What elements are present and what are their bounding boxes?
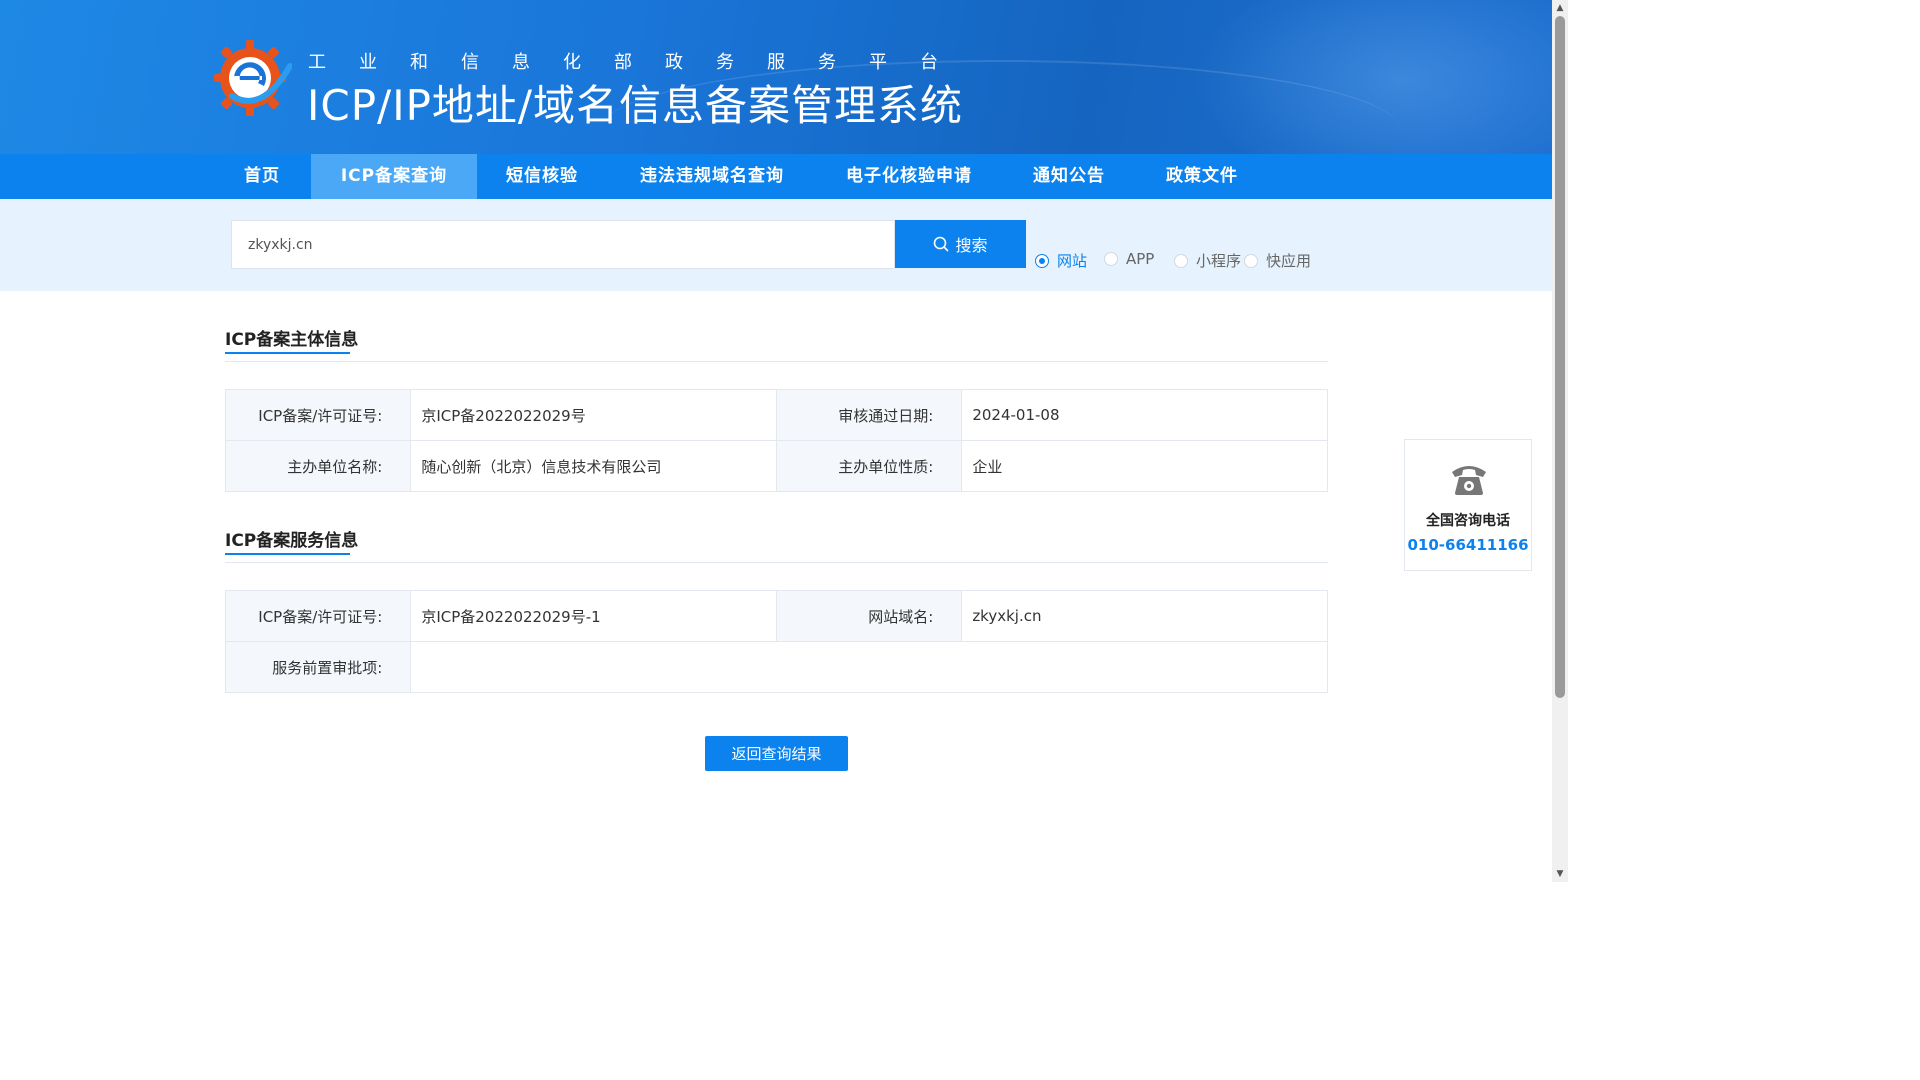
radio-website[interactable]: 网站: [1035, 250, 1087, 271]
section-title-service: ICP备案服务信息: [225, 531, 359, 551]
table-row: ICP备案/许可证号: 京ICP备2022022029号 审核通过日期: 202…: [224, 389, 1328, 441]
pre-approval-value: [410, 641, 1328, 693]
main-nav: 首页 ICP备案查询 短信核验 违法违规域名查询 电子化核验申请 通知公告 政策…: [0, 154, 1552, 199]
service-info-table: ICP备案/许可证号: 京ICP备2022022029号-1 网站域名: zky…: [224, 590, 1328, 693]
search-input[interactable]: [231, 220, 895, 269]
subject-info-table: ICP备案/许可证号: 京ICP备2022022029号 审核通过日期: 202…: [224, 389, 1328, 492]
nav-item-sms-verify[interactable]: 短信核验: [490, 154, 594, 199]
organizer-type-value: 企业: [961, 440, 1328, 492]
scroll-up-icon[interactable]: ▲: [1552, 0, 1568, 16]
table-row: 主办单位名称: 随心创新（北京）信息技术有限公司 主办单位性质: 企业: [224, 440, 1328, 492]
radio-dot-icon: [1035, 253, 1049, 268]
nav-item-home[interactable]: 首页: [222, 154, 302, 199]
page: 工业和信息化部政务服务平台 ICP/IP地址/域名信息备案管理系统 首页 ICP…: [0, 0, 1568, 882]
field-label: ICP备案/许可证号:: [224, 389, 412, 441]
nav-item-notices[interactable]: 通知公告: [1016, 154, 1122, 199]
radio-dot-icon: [1174, 253, 1188, 268]
radio-dot-icon: [1244, 253, 1258, 268]
radio-quick-app[interactable]: 快应用: [1244, 250, 1311, 271]
scrollbar-thumb[interactable]: [1555, 16, 1565, 698]
ministry-subtitle: 工业和信息化部政务服务平台: [308, 52, 938, 73]
radio-app[interactable]: APP: [1104, 250, 1154, 268]
radio-mini-program[interactable]: 小程序: [1174, 250, 1241, 271]
nav-item-e-verify-apply[interactable]: 电子化核验申请: [830, 154, 988, 199]
service-license-value: 京ICP备2022022029号-1: [410, 590, 777, 642]
system-title: ICP/IP地址/域名信息备案管理系统: [307, 81, 964, 130]
section-title-subject: ICP备案主体信息: [225, 330, 359, 350]
organizer-name-value: 随心创新（北京）信息技术有限公司: [410, 440, 777, 492]
table-row: ICP备案/许可证号: 京ICP备2022022029号-1 网站域名: zky…: [224, 590, 1328, 642]
scroll-down-icon[interactable]: ▼: [1552, 866, 1568, 882]
site-header: 工业和信息化部政务服务平台 ICP/IP地址/域名信息备案管理系统: [0, 0, 1552, 154]
telephone-icon: [1452, 466, 1486, 495]
nav-item-policy-docs[interactable]: 政策文件: [1150, 154, 1254, 199]
radio-dot-icon: [1104, 252, 1118, 266]
field-label: 服务前置审批项:: [224, 641, 412, 693]
field-label: 主办单位性质:: [775, 440, 963, 492]
contact-label: 全国咨询电话: [1426, 513, 1510, 529]
license-number-value: 京ICP备2022022029号: [410, 389, 777, 441]
gear-e-logo-icon: [214, 40, 292, 116]
nav-item-icp-query[interactable]: ICP备案查询: [311, 154, 477, 199]
search-icon: [934, 236, 949, 252]
approval-date-value: 2024-01-08: [961, 389, 1328, 441]
field-label: 主办单位名称:: [224, 440, 412, 492]
field-label: 网站域名:: [775, 590, 963, 642]
field-label: ICP备案/许可证号:: [224, 590, 412, 642]
website-domain-value: zkyxkj.cn: [961, 590, 1328, 642]
contact-phone: 010-66411166: [1407, 536, 1529, 554]
field-label: 审核通过日期:: [775, 389, 963, 441]
search-button[interactable]: 搜索: [895, 220, 1026, 268]
back-to-results-button[interactable]: 返回查询结果: [705, 736, 848, 771]
nav-item-illegal-domain-query[interactable]: 违法违规域名查询: [622, 154, 802, 199]
search-button-label: 搜索: [955, 236, 988, 255]
contact-widget[interactable]: 全国咨询电话 010-66411166: [1404, 439, 1532, 571]
table-row: 服务前置审批项:: [224, 641, 1328, 693]
